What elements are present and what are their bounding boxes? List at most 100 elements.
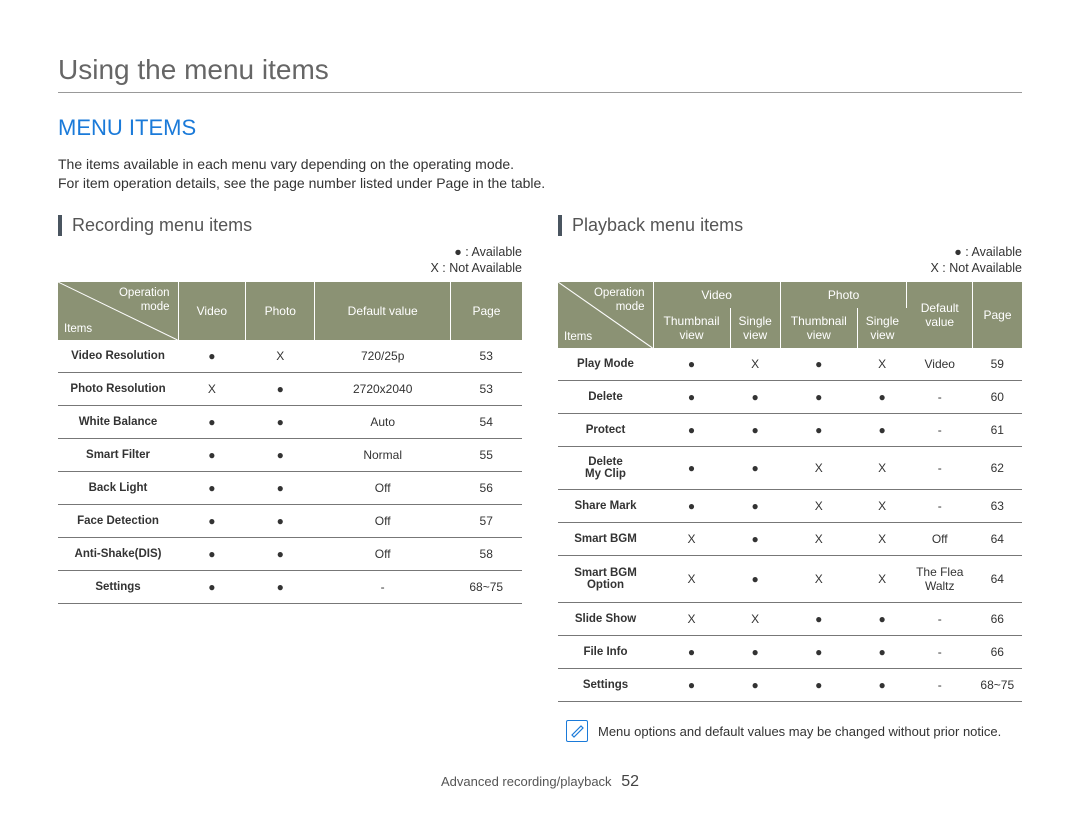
recording-table: Operationmode Items Video Photo Default … [58, 282, 522, 604]
table-cell: ● [246, 472, 315, 505]
footer-section: Advanced recording/playback [441, 774, 612, 789]
table-cell: ● [730, 523, 780, 556]
table-cell: ● [857, 381, 907, 414]
row-item-name: Smart BGMOption [558, 556, 653, 603]
row-item-name: Settings [58, 571, 178, 604]
table-cell: ● [653, 447, 730, 490]
table-cell: ● [246, 373, 315, 406]
table-cell: 53 [450, 373, 522, 406]
table-cell: 68~75 [450, 571, 522, 604]
col-default: Default value [315, 282, 451, 340]
table-cell: 2720x2040 [315, 373, 451, 406]
table-cell: X [246, 340, 315, 373]
col-video: Video [178, 282, 246, 340]
table-cell: ● [780, 669, 857, 702]
table-row: Smart BGMOptionX●XXThe FleaWaltz64 [558, 556, 1022, 603]
row-item-name: Back Light [58, 472, 178, 505]
table-cell: - [907, 414, 973, 447]
col-page: Page [450, 282, 522, 340]
table-cell: 58 [450, 538, 522, 571]
row-item-name: Smart Filter [58, 439, 178, 472]
table-row: Face Detection●●Off57 [58, 505, 522, 538]
table-row: Slide ShowXX●●-66 [558, 603, 1022, 636]
row-item-name: DeleteMy Clip [558, 447, 653, 490]
table-cell: ● [178, 340, 246, 373]
table-cell: 53 [450, 340, 522, 373]
table-cell: X [780, 556, 857, 603]
table-cell: 63 [973, 490, 1022, 523]
col-photo-single: Singleview [857, 308, 907, 348]
table-cell: ● [178, 472, 246, 505]
table-cell: ● [780, 414, 857, 447]
table-cell: ● [653, 381, 730, 414]
table-row: Smart Filter●●Normal55 [58, 439, 522, 472]
corner-top: Operationmode [594, 287, 645, 313]
table-row: Play Mode●X●XVideo59 [558, 348, 1022, 381]
table-cell: ● [246, 406, 315, 439]
col-video-single: Singleview [730, 308, 780, 348]
note-text: Menu options and default values may be c… [598, 724, 1001, 739]
recording-legend: ● : AvailableX : Not Available [58, 244, 522, 277]
section-heading: MENU ITEMS [58, 115, 1022, 141]
table-cell: X [857, 447, 907, 490]
table-cell: ● [653, 669, 730, 702]
table-cell: The FleaWaltz [907, 556, 973, 603]
table-row: Smart BGMX●XXOff64 [558, 523, 1022, 556]
footer-page-number: 52 [621, 773, 639, 790]
table-cell: ● [780, 603, 857, 636]
row-item-name: Photo Resolution [58, 373, 178, 406]
table-cell: 54 [450, 406, 522, 439]
table-cell: ● [653, 490, 730, 523]
col-page: Page [973, 282, 1022, 348]
playback-corner-header: Operationmode Items [558, 282, 653, 348]
table-cell: ● [857, 603, 907, 636]
page-footer: Advanced recording/playback 52 [0, 773, 1080, 791]
table-cell: Video [907, 348, 973, 381]
row-item-name: File Info [558, 636, 653, 669]
table-cell: ● [857, 414, 907, 447]
intro-text: The items available in each menu vary de… [58, 155, 1022, 193]
col-group-video: Video [653, 282, 780, 308]
table-cell: 62 [973, 447, 1022, 490]
table-cell: ● [780, 348, 857, 381]
table-cell: - [907, 669, 973, 702]
table-cell: X [780, 447, 857, 490]
col-default: Defaultvalue [907, 282, 973, 348]
table-row: File Info●●●●-66 [558, 636, 1022, 669]
note-icon [566, 720, 588, 742]
table-row: White Balance●●Auto54 [58, 406, 522, 439]
table-cell: 60 [973, 381, 1022, 414]
table-cell: ● [780, 381, 857, 414]
table-cell: X [653, 603, 730, 636]
col-video-thumb: Thumbnailview [653, 308, 730, 348]
table-row: Back Light●●Off56 [58, 472, 522, 505]
table-cell: Normal [315, 439, 451, 472]
table-cell: - [315, 571, 451, 604]
col-photo: Photo [246, 282, 315, 340]
table-cell: ● [653, 414, 730, 447]
table-row: Share Mark●●XX-63 [558, 490, 1022, 523]
table-cell: Off [907, 523, 973, 556]
table-row: Delete●●●●-60 [558, 381, 1022, 414]
table-cell: Off [315, 538, 451, 571]
table-cell: 59 [973, 348, 1022, 381]
row-item-name: Video Resolution [58, 340, 178, 373]
table-cell: X [730, 348, 780, 381]
table-cell: - [907, 603, 973, 636]
table-cell: ● [178, 505, 246, 538]
table-cell: ● [178, 406, 246, 439]
table-cell: 56 [450, 472, 522, 505]
table-cell: ● [730, 636, 780, 669]
table-cell: ● [653, 636, 730, 669]
table-cell: X [653, 556, 730, 603]
corner-top: Operationmode [119, 287, 170, 313]
table-cell: ● [730, 381, 780, 414]
table-cell: X [857, 556, 907, 603]
table-cell: - [907, 447, 973, 490]
table-cell: 64 [973, 556, 1022, 603]
row-item-name: Delete [558, 381, 653, 414]
table-row: Settings●●●●-68~75 [558, 669, 1022, 702]
table-cell: Off [315, 505, 451, 538]
table-row: Anti-Shake(DIS)●●Off58 [58, 538, 522, 571]
table-cell: ● [246, 538, 315, 571]
